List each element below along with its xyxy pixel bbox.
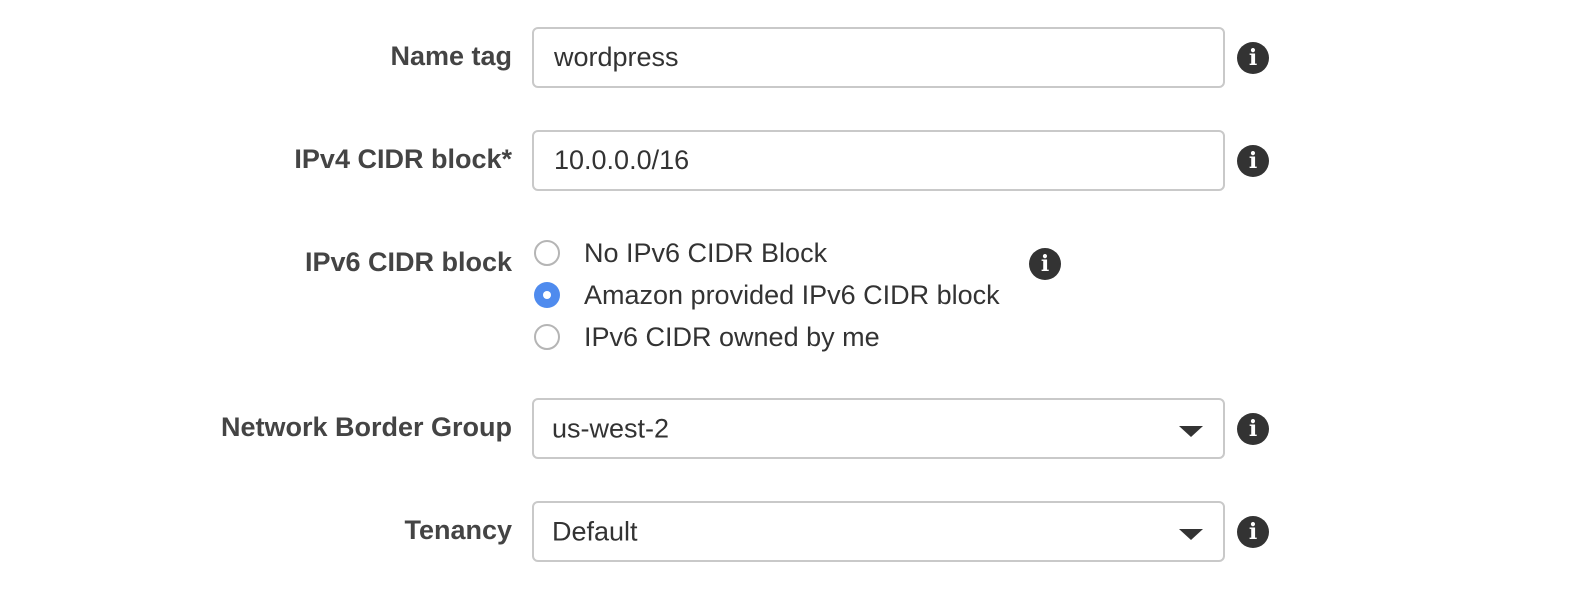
tenancy-select[interactable]: Default bbox=[532, 501, 1225, 562]
radio-option-label: IPv6 CIDR owned by me bbox=[584, 321, 880, 352]
info-icon[interactable]: i bbox=[1237, 413, 1269, 445]
network-border-group-label: Network Border Group bbox=[220, 412, 512, 442]
select-value: Default bbox=[552, 516, 638, 546]
tenancy-label: Tenancy bbox=[404, 515, 512, 545]
network-border-group-select[interactable]: us-west-2 bbox=[532, 398, 1225, 459]
radio-button[interactable] bbox=[534, 324, 560, 350]
radio-option-owned-by-me[interactable]: IPv6 CIDR owned by me bbox=[534, 320, 880, 354]
info-icon[interactable]: i bbox=[1237, 42, 1269, 74]
radio-option-no-ipv6[interactable]: No IPv6 CIDR Block bbox=[534, 236, 827, 270]
ipv4-cidr-label: IPv4 CIDR block* bbox=[294, 144, 512, 174]
radio-option-label: No IPv6 CIDR Block bbox=[584, 237, 828, 268]
name-tag-label: Name tag bbox=[390, 41, 512, 71]
radio-option-amazon-provided[interactable]: Amazon provided IPv6 CIDR block bbox=[534, 278, 1000, 312]
select-value: us-west-2 bbox=[552, 413, 670, 443]
ipv6-cidr-label: IPv6 CIDR block bbox=[304, 247, 512, 277]
radio-button-selected[interactable] bbox=[534, 282, 560, 308]
info-icon[interactable]: i bbox=[1237, 516, 1269, 548]
name-tag-input[interactable] bbox=[532, 27, 1225, 88]
radio-option-label: Amazon provided IPv6 CIDR block bbox=[584, 279, 1000, 310]
info-icon[interactable]: i bbox=[1237, 145, 1269, 177]
ipv4-cidr-input[interactable] bbox=[532, 130, 1225, 191]
radio-button[interactable] bbox=[534, 240, 560, 266]
info-icon[interactable]: i bbox=[1029, 248, 1061, 280]
caret-down-icon bbox=[1179, 529, 1203, 540]
caret-down-icon bbox=[1179, 426, 1203, 437]
